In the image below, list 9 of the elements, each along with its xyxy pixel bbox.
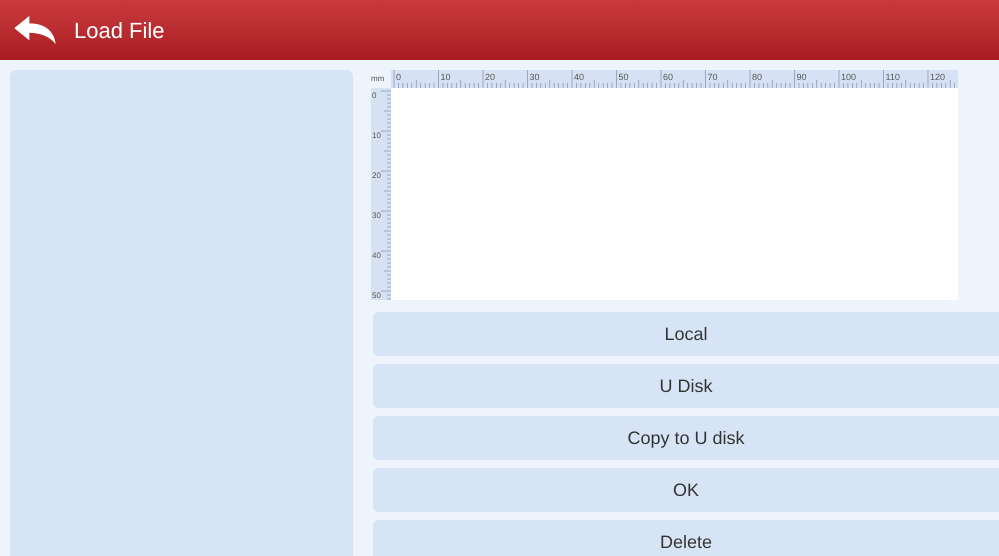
horizontal-ruler: 0 10 20 30 40 50 60 70 80 90 100 110 120: [391, 70, 958, 88]
action-button[interactable]: Local: [373, 312, 999, 356]
action-button[interactable]: OK: [373, 468, 999, 512]
action-button[interactable]: U Disk: [373, 364, 999, 408]
window-title: Load File: [74, 16, 165, 44]
vertical-ruler: 0 10 20 30 40 50: [371, 88, 391, 300]
action-button[interactable]: Delete: [373, 520, 999, 556]
action-button[interactable]: Copy to U disk: [373, 416, 999, 460]
unit-label: mm: [371, 73, 386, 85]
